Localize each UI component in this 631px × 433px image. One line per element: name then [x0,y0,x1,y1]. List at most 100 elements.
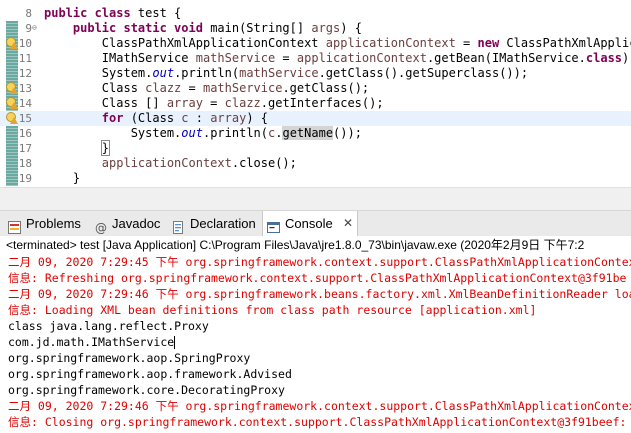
field-token: out [181,126,203,140]
code-text: } [44,171,80,186]
line-number: 11 [18,52,32,65]
console-stdout-line: org.springframework.aop.framework.Advise… [8,366,292,382]
variable-token: c [181,111,189,125]
tab-label: Javadoc [112,216,161,231]
console-status-header: <terminated> test [Java Application] C:\… [6,238,585,252]
code-token: (Class [130,111,182,125]
tab-declaration[interactable]: Declaration [168,211,260,236]
code-text: public class test { [44,6,181,21]
console-stderr-line: 二月 09, 2020 7:29:46 下午 org.springframewo… [8,398,631,414]
tab-problems[interactable]: Problems [4,211,88,236]
code-line[interactable]: 8 public class test { [0,6,631,21]
bracket-match: } [100,140,111,156]
code-line[interactable]: 11 IMathService mathService = applicatio… [0,51,631,66]
code-token: .getClass().getSuperclass()); [318,66,529,80]
code-token: ) { [340,21,362,35]
line-number: 9 [25,22,32,35]
keyword-token: new [477,36,507,50]
code-text: } [44,140,111,156]
code-token: ) { [246,111,269,125]
code-token: .getClass(); [282,81,370,95]
code-token: .getBean(IMathService. [426,51,586,65]
keyword-token: public static void [72,21,211,35]
line-number: 12 [18,67,32,80]
code-token: ClassPathXmlApplicationContext [44,36,326,50]
line-number: 14 [18,97,32,110]
code-text: Class clazz = mathService.getClass(); [44,81,369,96]
line-number: 15 [18,112,32,125]
code-text: IMathService mathService = applicationCo… [44,51,631,66]
code-text: System.out.println(c.getName()); [44,126,362,141]
code-line[interactable]: 17 } [0,140,631,156]
code-text: ClassPathXmlApplicationContext applicati… [44,36,631,51]
code-text: public static void main(String[] args) { [44,21,362,36]
variable-token: mathService [239,66,319,80]
code-line[interactable]: 18 applicationContext.close(); [0,156,631,171]
line-number: 17 [18,142,32,155]
console-stderr-line: 二月 09, 2020 7:29:46 下午 org.springframewo… [8,286,631,302]
code-token: System. [44,66,153,80]
console-line-text: 二月 09, 2020 7:29:46 下午 org.springframewo… [8,399,631,413]
code-text: System.out.println(mathService.getClass(… [44,66,528,81]
code-token: ()); [333,126,362,140]
line-number: 10 [18,37,32,50]
occurrence-highlight: getName [282,126,334,140]
console-output[interactable]: <terminated> test [Java Application] C:\… [0,236,631,433]
console-line-text: 信息: Refreshing org.springframework.conte… [8,271,627,285]
console-line-text: org.springframework.aop.SpringProxy [8,351,251,365]
code-token: = [181,81,203,95]
console-line-text: com.jd.math.IMathService [8,335,175,349]
console-line-text: 信息: Loading XML bean definitions from cl… [8,303,537,317]
code-token: } [44,171,81,185]
console-stdout-line: org.springframework.aop.SpringProxy [8,350,250,366]
code-token: IMathService [44,51,196,65]
code-line[interactable]: 15 for (Class c : array) { [0,111,631,126]
declaration-icon [172,217,185,234]
variable-token: args [311,21,341,35]
code-line[interactable]: 16 System.out.println(c.getName()); [0,126,631,141]
text-caret [174,336,176,349]
code-line[interactable]: 13 Class clazz = mathService.getClass(); [0,81,631,96]
console-stdout-line: com.jd.math.IMathService [8,334,176,350]
close-icon[interactable]: ✕ [343,211,353,236]
collapse-fold-icon[interactable]: ⊖ [32,23,37,33]
tab-javadoc[interactable]: @ Javadoc [90,211,166,236]
variable-token: mathService [202,81,283,95]
tab-label: Declaration [190,216,256,231]
console-line-text: 信息: Closing org.springframework.context.… [8,415,627,429]
code-line[interactable]: 14 Class [] array = clazz.getInterfaces(… [0,96,631,111]
javadoc-at-icon: @ [94,217,107,235]
tab-console[interactable]: Console ✕ [262,211,358,237]
variable-token: applicationContext [325,36,456,50]
line-number: 19 [18,172,32,185]
console-stderr-line: 二月 09, 2020 7:29:45 下午 org.springframewo… [8,254,631,270]
variable-token: clazz [224,96,261,110]
code-line[interactable]: 9 ⊖ public static void main(String[] args… [0,21,631,36]
code-text: Class [] array = clazz.getInterfaces(); [44,96,384,111]
code-token: ClassPathXmlApplica [506,36,631,50]
tab-label: Console [285,216,333,231]
variable-token: applicationContext [296,51,427,65]
tab-label: Problems [26,216,81,231]
console-line-text: org.springframework.aop.framework.Advise… [8,367,292,381]
view-tab-bar: Problems @ Javadoc Declaration Console ✕ [0,210,631,237]
code-line[interactable]: 10 ClassPathXmlApplicationContext applic… [0,36,631,51]
code-token: = [275,51,297,65]
code-text: for (Class c : array) { [44,111,268,126]
code-editor[interactable]: 8 public class test {9 ⊖ public static voi… [0,0,631,187]
console-icon [267,217,280,233]
console-stdout-line: class java.lang.reflect.Proxy [8,318,209,334]
panel-separator [0,187,631,211]
code-line[interactable]: 12 System.out.println(mathService.getCla… [0,66,631,81]
console-stderr-line: 信息: Closing org.springframework.context.… [8,414,626,430]
keyword-token: class [585,51,623,65]
svg-text:@: @ [95,221,107,234]
code-token: test { [137,6,182,20]
code-token: .close(); [231,156,297,170]
code-token: : [188,111,211,125]
console-stderr-line: 信息: Loading XML bean definitions from cl… [8,302,536,318]
code-line[interactable]: 19 } [0,171,631,186]
